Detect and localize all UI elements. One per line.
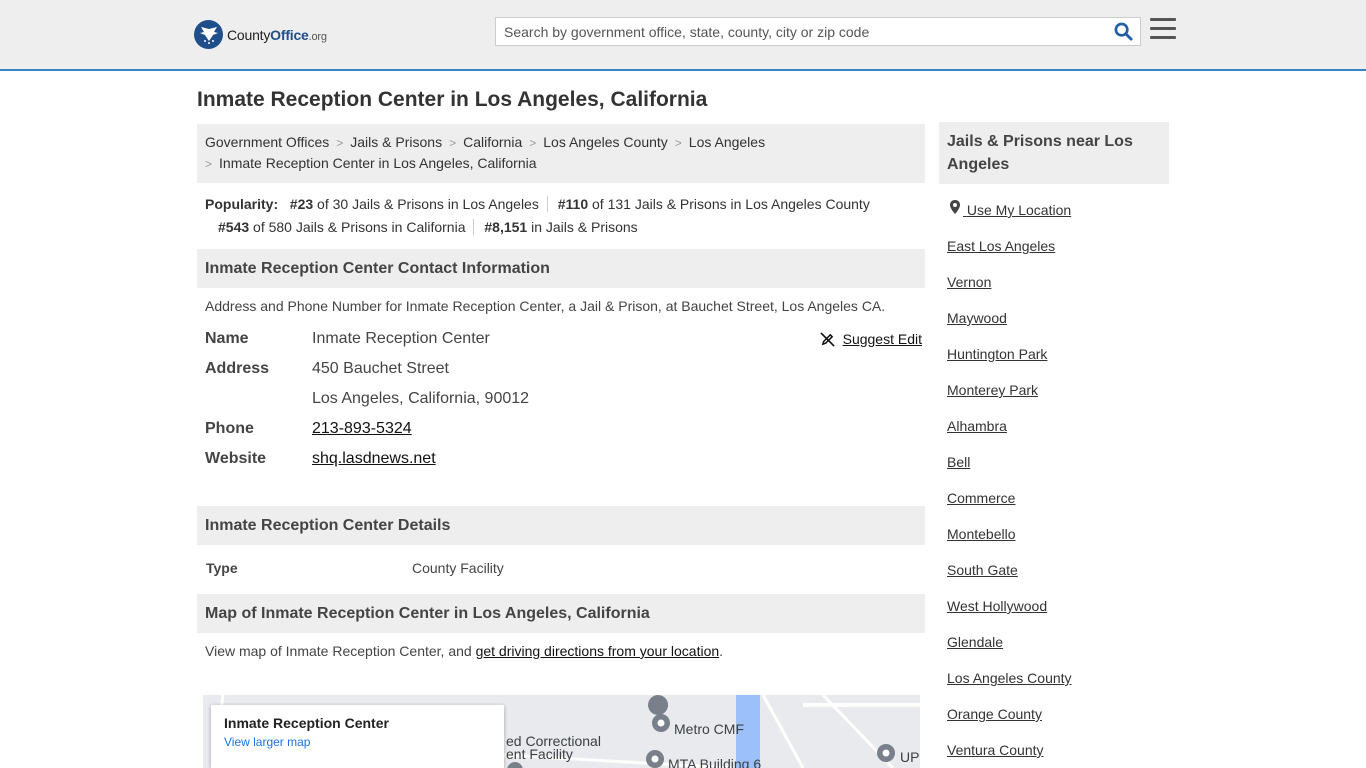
sidebar-link-bell[interactable]: Bell <box>947 444 1161 480</box>
menu-icon-bar <box>1150 18 1176 21</box>
breadcrumb-link-government-offices[interactable]: Government Offices <box>205 134 329 150</box>
map-info-card: Inmate Reception Center View larger map <box>211 705 504 768</box>
details-section-heading: Inmate Reception Center Details <box>197 506 925 545</box>
sidebar-link-south-gate[interactable]: South Gate <box>947 552 1161 588</box>
popularity-item: #8,151 in Jails & Prisons <box>484 219 638 235</box>
edit-off-icon <box>819 331 835 347</box>
chevron-right-icon: > <box>336 136 344 150</box>
breadcrumb: Government Offices > Jails & Prisons > Calif… <box>197 124 925 183</box>
website-label: Website <box>205 450 267 467</box>
map-description: View map of Inmate Reception Center, and… <box>205 643 724 659</box>
driving-directions-link[interactable]: get driving directions from your locatio… <box>476 643 720 659</box>
menu-icon-bar <box>1150 27 1176 30</box>
use-my-location-link[interactable]: Use My Location <box>947 192 1161 228</box>
sidebar-link-los-angeles-county[interactable]: Los Angeles County <box>947 660 1161 696</box>
contact-section-heading: Inmate Reception Center Contact Informat… <box>197 249 925 288</box>
map-section-heading: Map of Inmate Reception Center in Los An… <box>197 594 925 633</box>
map-pin-icon <box>950 200 960 214</box>
sidebar-link-huntington-park[interactable]: Huntington Park <box>947 336 1161 372</box>
hamburger-menu-button[interactable] <box>1150 18 1176 42</box>
sidebar-link-montebello[interactable]: Montebello <box>947 516 1161 552</box>
sidebar-link-orange-county[interactable]: Orange County <box>947 696 1161 732</box>
suggest-edit-link[interactable]: Suggest Edit <box>843 324 922 354</box>
sidebar-link-monterey-park[interactable]: Monterey Park <box>947 372 1161 408</box>
popularity-item: #110 of 131 Jails & Prisons in Los Angel… <box>557 196 870 212</box>
eagle-seal-icon <box>194 20 223 49</box>
breadcrumb-link-california[interactable]: California <box>463 134 522 150</box>
type-value: County Facility <box>412 560 504 576</box>
sidebar-nearby: Jails & Prisons near Los Angeles Use My … <box>939 122 1169 768</box>
address-line2: Los Angeles, California, 90012 <box>312 390 530 407</box>
chevron-right-icon: > <box>529 136 537 150</box>
address-label: Address <box>205 360 270 377</box>
details-row-type: Type County Facility <box>197 559 925 577</box>
breadcrumb-link-los-angeles-county[interactable]: Los Angeles County <box>543 134 668 150</box>
name-value: Inmate Reception Center <box>312 330 490 347</box>
sidebar-link-vernon[interactable]: Vernon <box>947 264 1161 300</box>
popularity-item: #543 of 580 Jails & Prisons in Californi… <box>218 219 475 235</box>
phone-label: Phone <box>205 420 254 437</box>
search-icon <box>1114 22 1133 41</box>
map-embed[interactable]: Metro CMF ed Correctional ent Facility M… <box>203 695 920 768</box>
sidebar-link-list: Use My Location East Los Angeles Vernon … <box>939 192 1169 768</box>
map-label-facility: ent Facility <box>506 746 573 762</box>
contact-row-address: Address 450 Bauchet Street <box>205 354 917 384</box>
view-larger-map-link[interactable]: View larger map <box>224 735 491 749</box>
popularity-label: Popularity: <box>205 196 279 212</box>
popularity-rankings: Popularity: #23 of 30 Jails & Prisons in… <box>197 183 925 239</box>
chevron-right-icon: > <box>205 157 213 171</box>
breadcrumb-current: Inmate Reception Center in Los Angeles, … <box>219 155 537 171</box>
menu-icon-bar <box>1150 36 1176 39</box>
map-label-mta-building: MTA Building 6 <box>668 756 762 768</box>
address-line1: 450 Bauchet Street <box>312 360 449 377</box>
main-content: Government Offices > Jails & Prisons > Calif… <box>197 124 925 659</box>
map-card-title: Inmate Reception Center <box>224 715 389 731</box>
site-header: CountyOffice.org <box>0 0 1366 71</box>
sidebar-link-maywood[interactable]: Maywood <box>947 300 1161 336</box>
contact-row-address-2: Los Angeles, California, 90012 <box>205 384 917 414</box>
contact-row-name: Name Inmate Reception Center <box>205 324 917 354</box>
logo-wordmark: CountyOffice.org <box>227 26 327 43</box>
sidebar-link-glendale[interactable]: Glendale <box>947 624 1161 660</box>
map-label-metro-cmf: Metro CMF <box>674 721 744 737</box>
breadcrumb-link-jails-prisons[interactable]: Jails & Prisons <box>350 134 442 150</box>
search-button[interactable] <box>1106 18 1140 45</box>
sidebar-heading: Jails & Prisons near Los Angeles <box>939 122 1169 184</box>
type-label: Type <box>206 560 238 576</box>
sidebar-link-alhambra[interactable]: Alhambra <box>947 408 1161 444</box>
search-input[interactable] <box>496 18 1106 45</box>
contact-row-phone: Phone 213-893-5324 <box>205 414 917 444</box>
search-bar <box>495 17 1141 46</box>
breadcrumb-link-los-angeles[interactable]: Los Angeles <box>689 134 765 150</box>
suggest-edit[interactable]: Suggest Edit <box>819 324 922 354</box>
sidebar-link-commerce[interactable]: Commerce <box>947 480 1161 516</box>
name-label: Name <box>205 330 249 347</box>
map-label-up: UP <box>900 749 920 765</box>
popularity-item: #23 of 30 Jails & Prisons in Los Angeles <box>289 196 548 212</box>
contact-info-table: Suggest Edit Name Inmate Reception Center… <box>197 324 925 474</box>
sidebar-link-west-hollywood[interactable]: West Hollywood <box>947 588 1161 624</box>
chevron-right-icon: > <box>449 136 457 150</box>
contact-description: Address and Phone Number for Inmate Rece… <box>205 298 886 314</box>
website-link[interactable]: shq.lasdnews.net <box>312 444 436 474</box>
phone-link[interactable]: 213-893-5324 <box>312 414 412 444</box>
contact-row-website: Website shq.lasdnews.net <box>205 444 917 474</box>
sidebar-link-east-los-angeles[interactable]: East Los Angeles <box>947 228 1161 264</box>
site-logo[interactable]: CountyOffice.org <box>194 20 327 49</box>
chevron-right-icon: > <box>674 136 682 150</box>
sidebar-link-ventura-county[interactable]: Ventura County <box>947 732 1161 768</box>
page-title: Inmate Reception Center in Los Angeles, … <box>197 88 708 111</box>
